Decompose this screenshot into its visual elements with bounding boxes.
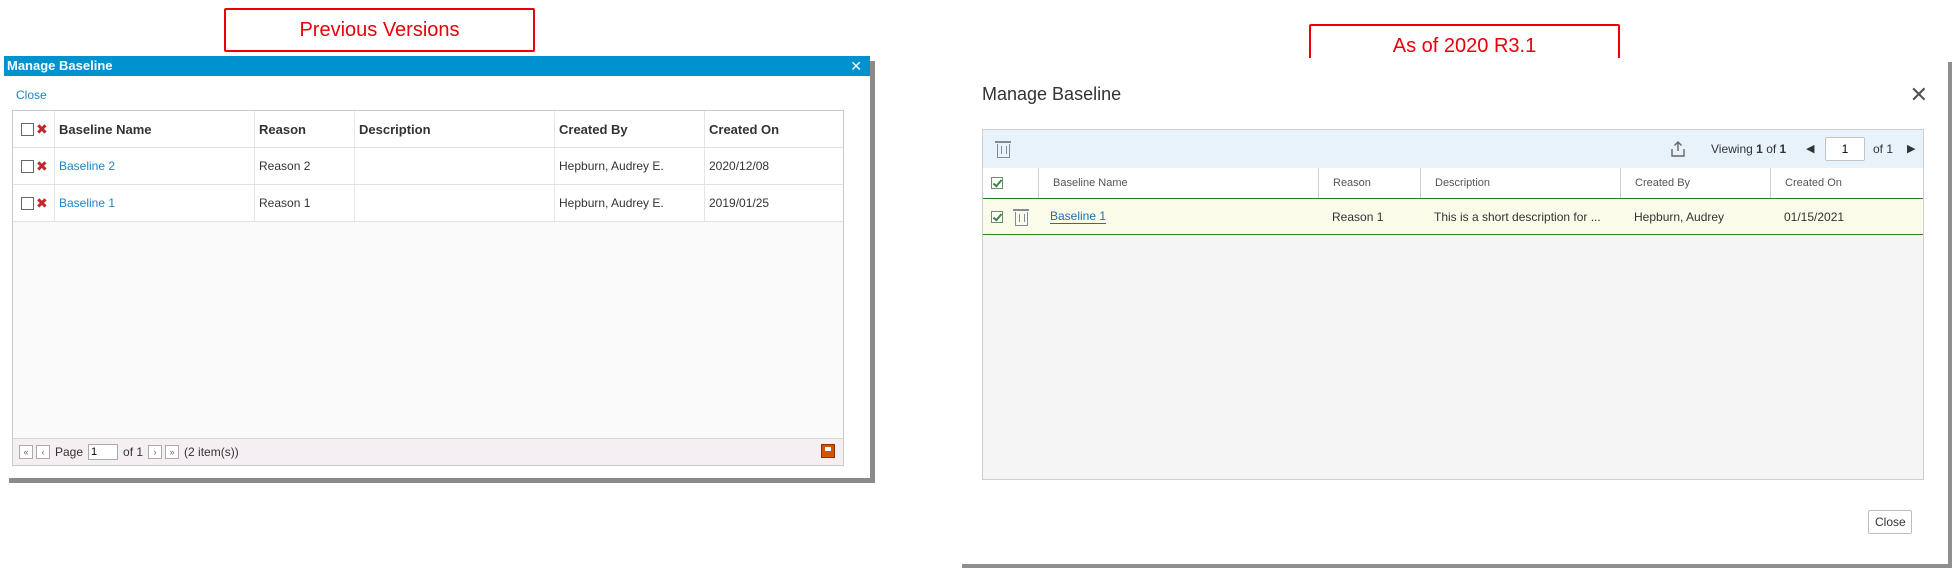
- col-header-created-by[interactable]: Created By: [555, 111, 705, 147]
- last-page-icon[interactable]: »: [165, 445, 180, 459]
- baseline-link[interactable]: Baseline 2: [59, 159, 115, 173]
- col-header-created-on[interactable]: Created On: [1770, 168, 1923, 198]
- save-icon[interactable]: [821, 444, 835, 458]
- export-icon[interactable]: [1670, 140, 1686, 158]
- old-grid-pager: « ‹ Page of 1 › » (2 item(s)): [13, 438, 843, 465]
- baseline-name-cell: Baseline 2: [55, 148, 255, 184]
- close-icon[interactable]: ✕: [850, 56, 862, 76]
- baseline-link[interactable]: Baseline 1: [1050, 209, 1107, 224]
- pager-page-label: Page: [55, 445, 84, 459]
- old-close-link[interactable]: Close: [16, 88, 47, 102]
- delete-icon[interactable]: ✖: [36, 158, 48, 175]
- first-page-icon[interactable]: «: [19, 445, 33, 459]
- table-row: ✖ Baseline 1 Reason 1 Hepburn, Audrey E.…: [13, 185, 843, 222]
- delete-icon[interactable]: ✖: [36, 195, 48, 212]
- created-on-cell: 2019/01/25: [709, 196, 770, 210]
- viewing-of: of: [1766, 142, 1777, 156]
- old-header-select-cell: ✖: [13, 111, 55, 147]
- created-on-cell: 2020/12/08: [709, 159, 770, 173]
- delete-all-icon[interactable]: ✖: [36, 121, 48, 138]
- close-button[interactable]: Close: [1868, 510, 1912, 534]
- col-header-reason[interactable]: Reason: [255, 111, 355, 147]
- col-header-created-on[interactable]: Created On: [705, 111, 843, 147]
- row-checkbox[interactable]: [21, 159, 34, 173]
- created-by-cell: Hepburn, Audrey E.: [555, 148, 705, 184]
- new-baseline-grid: Viewing 1 of 1 ◀ of 1 ▶ Baseline Name Re…: [982, 129, 1924, 480]
- old-grid-header: ✖ Baseline Name Reason Description Creat…: [13, 111, 843, 148]
- col-header-description[interactable]: Description: [1420, 168, 1620, 198]
- next-page-icon[interactable]: ▶: [1907, 142, 1915, 155]
- description-cell: [355, 185, 555, 221]
- row-checkbox[interactable]: [991, 210, 1003, 223]
- baseline-name-cell: Baseline 1: [1038, 199, 1318, 234]
- row-select-cell: [983, 199, 1038, 234]
- new-manage-baseline-dialog: Manage Baseline ✕ Viewing 1 of 1 ◀ of 1 …: [958, 58, 1948, 564]
- col-header-description[interactable]: Description: [355, 111, 555, 147]
- select-all-checkbox[interactable]: [21, 122, 34, 136]
- close-icon[interactable]: ✕: [1910, 82, 1928, 108]
- new-grid-header: Baseline Name Reason Description Created…: [983, 168, 1923, 199]
- viewing-prefix: Viewing: [1711, 142, 1753, 156]
- col-header-reason[interactable]: Reason: [1318, 168, 1420, 198]
- created-on-cell: 01/15/2021: [1784, 209, 1845, 224]
- pager-item-count: (2 item(s)): [184, 445, 239, 459]
- col-header-baseline-name[interactable]: Baseline Name: [1038, 168, 1318, 198]
- created-by-cell: Hepburn, Audrey: [1634, 209, 1725, 224]
- row-select-cell: ✖: [13, 148, 55, 184]
- row-select-cell: ✖: [13, 185, 55, 221]
- grid-toolbar: Viewing 1 of 1 ◀ of 1 ▶: [983, 130, 1923, 169]
- select-all-checkbox[interactable]: [991, 177, 1003, 189]
- baseline-name-cell: Baseline 1: [55, 185, 255, 221]
- header-select-cell: [983, 168, 1038, 198]
- page-of-total: of 1: [1873, 142, 1894, 156]
- created-by-cell: Hepburn, Audrey E.: [555, 185, 705, 221]
- description-cell: This is a short description for ...: [1434, 209, 1601, 224]
- prev-page-icon[interactable]: ◀: [1806, 142, 1814, 155]
- old-dialog-title: Manage Baseline: [7, 58, 113, 73]
- old-baseline-grid: ✖ Baseline Name Reason Description Creat…: [12, 110, 844, 466]
- reason-cell: Reason 1: [255, 185, 355, 221]
- reason-cell: Reason 2: [255, 148, 355, 184]
- viewing-current: 1: [1756, 142, 1763, 156]
- old-dialog-titlebar: Manage Baseline ✕: [4, 56, 870, 76]
- table-row: Baseline 1 Reason 1 This is a short desc…: [983, 199, 1923, 235]
- pager-of-label: of 1: [123, 445, 144, 459]
- pager-page-input[interactable]: [88, 444, 119, 460]
- old-manage-baseline-dialog: Manage Baseline ✕ Close ✖ Baseline Name …: [4, 56, 870, 478]
- col-header-created-by[interactable]: Created By: [1620, 168, 1770, 198]
- row-checkbox[interactable]: [21, 196, 34, 210]
- col-header-baseline-name[interactable]: Baseline Name: [55, 111, 255, 147]
- table-row: ✖ Baseline 2 Reason 2 Hepburn, Audrey E.…: [13, 148, 843, 185]
- viewing-total: 1: [1779, 142, 1787, 156]
- page-number-input[interactable]: [1825, 137, 1865, 161]
- new-dialog-title: Manage Baseline: [982, 84, 1122, 104]
- viewing-indicator: Viewing 1 of 1: [1711, 142, 1786, 156]
- baseline-link[interactable]: Baseline 1: [59, 196, 115, 210]
- description-cell: [355, 148, 555, 184]
- next-page-icon[interactable]: ›: [148, 445, 163, 459]
- trash-icon[interactable]: [1013, 208, 1029, 226]
- reason-cell: Reason 1: [1332, 209, 1384, 224]
- prev-page-icon[interactable]: ‹: [36, 445, 50, 459]
- callout-previous-versions: Previous Versions: [224, 8, 535, 52]
- trash-icon[interactable]: [995, 141, 1011, 158]
